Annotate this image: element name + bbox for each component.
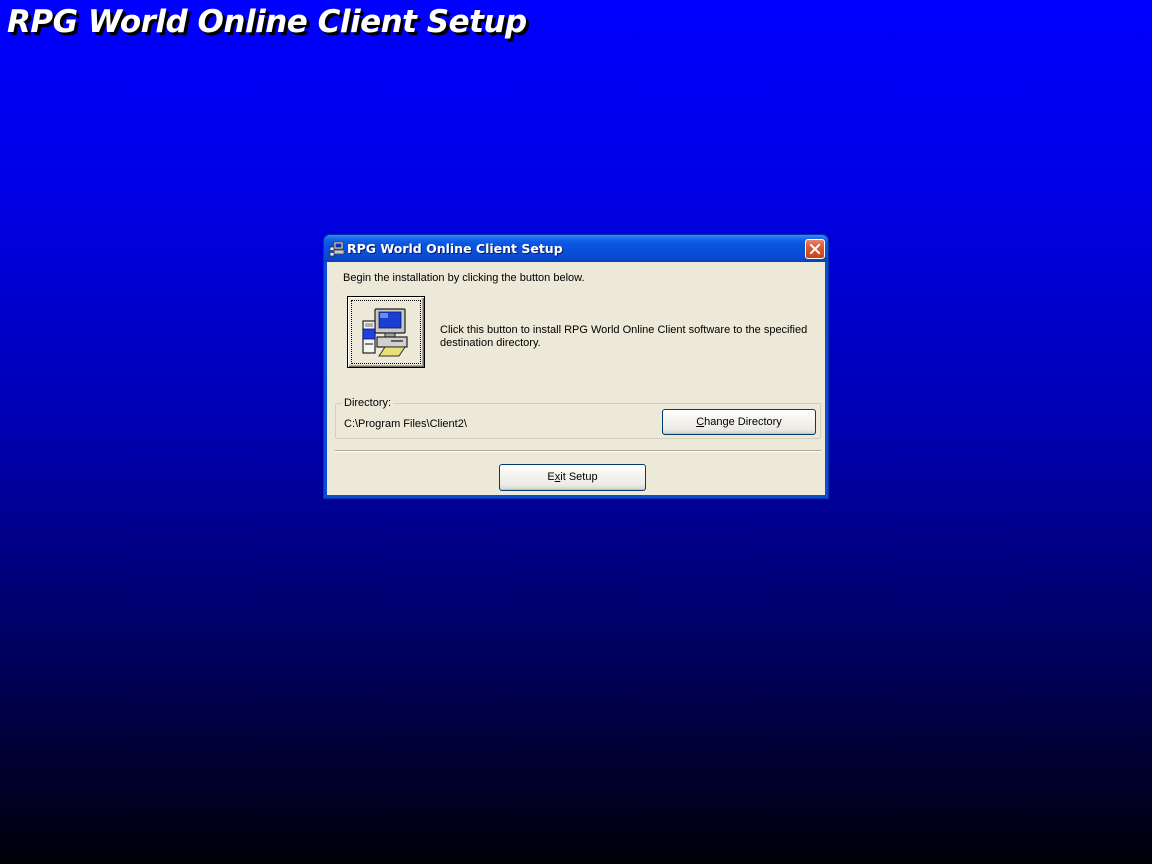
install-computer-icon: [362, 308, 408, 357]
directory-label: Directory:: [342, 397, 394, 410]
install-button[interactable]: [347, 296, 425, 368]
exit-label-end: it Setup: [560, 471, 598, 483]
exit-setup-button[interactable]: Exit Setup: [499, 464, 646, 491]
change-directory-label: hange Directory: [704, 416, 782, 428]
intro-text: Begin the installation by clicking the b…: [343, 272, 585, 284]
directory-path: C:\Program Files\Client2\: [344, 418, 467, 430]
change-directory-mnemonic: C: [696, 416, 705, 428]
separator: [335, 450, 821, 452]
dialog-title: RPG World Online Client Setup: [347, 241, 563, 256]
setup-computer-icon: [329, 241, 345, 257]
dialog-titlebar[interactable]: RPG World Online Client Setup: [324, 235, 828, 262]
banner-title: RPG World Online Client Setup: [7, 4, 527, 40]
dialog-body: Begin the installation by clicking the b…: [327, 262, 825, 495]
close-icon: [809, 243, 821, 255]
install-description: Click this button to install RPG World O…: [440, 324, 808, 349]
exit-label-start: E: [547, 471, 555, 483]
directory-group: Directory: C:\Program Files\Client2\ Cha…: [335, 397, 821, 439]
setup-dialog: RPG World Online Client Setup Begin the …: [323, 234, 829, 499]
change-directory-button[interactable]: Change Directory: [662, 409, 816, 435]
close-button[interactable]: [805, 239, 825, 259]
